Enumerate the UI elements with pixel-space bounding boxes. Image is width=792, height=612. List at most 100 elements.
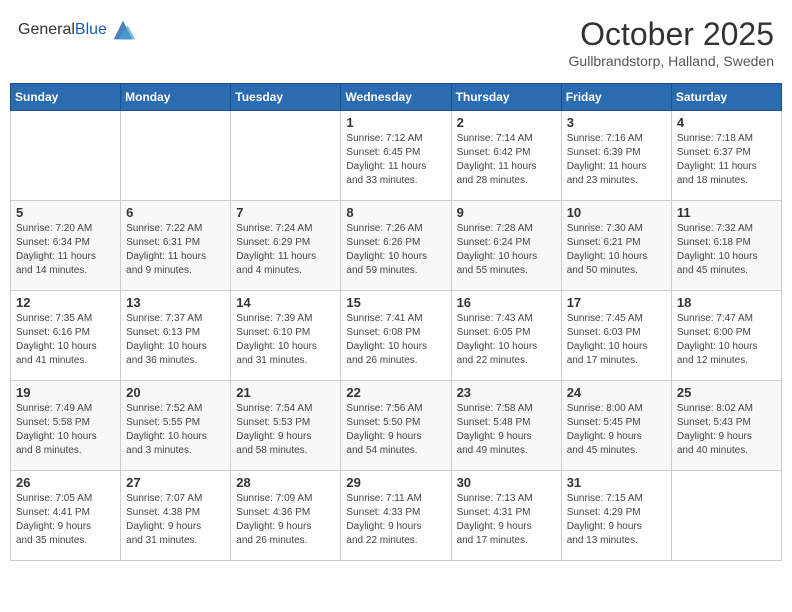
calendar-cell: 9 Sunrise: 7:28 AM Sunset: 6:24 PM Daylig… [451,201,561,291]
day-number: 11 [677,205,776,220]
calendar-cell: 21 Sunrise: 7:54 AM Sunset: 5:53 PM Dayli… [231,381,341,471]
calendar-cell: 31 Sunrise: 7:15 AM Sunset: 4:29 PM Dayli… [561,471,671,561]
calendar-cell: 19 Sunrise: 7:49 AM Sunset: 5:58 PM Dayli… [11,381,121,471]
calendar-cell: 13Sunrise: 7:37 AM Sunset: 6:13 PM Dayli… [121,291,231,381]
calendar-cell: 2 Sunrise: 7:14 AM Sunset: 6:42 PM Daylig… [451,111,561,201]
calendar-cell [671,471,781,561]
calendar-cell: 14 Sunrise: 7:39 AM Sunset: 6:10 PM Dayli… [231,291,341,381]
day-info: Sunrise: 7:16 AM Sunset: 6:39 PM Dayligh… [567,132,666,188]
calendar-day-header: Wednesday [341,84,451,111]
day-number: 31 [567,475,666,490]
calendar-cell: 11 Sunrise: 7:32 AM Sunset: 6:18 PM Dayli… [671,201,781,291]
day-number: 19 [16,385,115,400]
calendar-week-row: 12Sunrise: 7:35 AM Sunset: 6:16 PM Dayli… [11,291,782,381]
logo: GeneralBlue [18,16,137,44]
calendar-cell: 22 Sunrise: 7:56 AM Sunset: 5:50 PM Dayli… [341,381,451,471]
day-number: 22 [346,385,445,400]
day-info: Sunrise: 7:49 AM Sunset: 5:58 PM Dayligh… [16,402,115,458]
day-info: Sunrise: 7:32 AM Sunset: 6:18 PM Dayligh… [677,222,776,278]
day-number: 27 [126,475,225,490]
calendar-week-row: 1Sunrise: 7:12 AM Sunset: 6:45 PM Daylig… [11,111,782,201]
day-info: Sunrise: 7:58 AM Sunset: 5:48 PM Dayligh… [457,402,556,458]
calendar-cell: 16 Sunrise: 7:43 AM Sunset: 6:05 PM Dayli… [451,291,561,381]
day-info: Sunrise: 7:47 AM Sunset: 6:00 PM Dayligh… [677,312,776,368]
day-info: Sunrise: 7:13 AM Sunset: 4:31 PM Dayligh… [457,492,556,548]
day-info: Sunrise: 7:12 AM Sunset: 6:45 PM Dayligh… [346,132,445,188]
calendar-cell: 29Sunrise: 7:11 AM Sunset: 4:33 PM Dayli… [341,471,451,561]
calendar-cell [11,111,121,201]
day-number: 24 [567,385,666,400]
calendar-cell [231,111,341,201]
day-number: 9 [457,205,556,220]
day-number: 29 [346,475,445,490]
calendar-day-header: Thursday [451,84,561,111]
day-number: 25 [677,385,776,400]
day-number: 5 [16,205,115,220]
calendar-cell: 4 Sunrise: 7:18 AM Sunset: 6:37 PM Daylig… [671,111,781,201]
calendar-cell: 12Sunrise: 7:35 AM Sunset: 6:16 PM Dayli… [11,291,121,381]
day-info: Sunrise: 7:15 AM Sunset: 4:29 PM Dayligh… [567,492,666,548]
day-number: 8 [346,205,445,220]
day-number: 26 [16,475,115,490]
calendar-cell: 18 Sunrise: 7:47 AM Sunset: 6:00 PM Dayli… [671,291,781,381]
calendar-cell: 20 Sunrise: 7:52 AM Sunset: 5:55 PM Dayli… [121,381,231,471]
day-info: Sunrise: 8:00 AM Sunset: 5:45 PM Dayligh… [567,402,666,458]
day-number: 14 [236,295,335,310]
day-info: Sunrise: 7:39 AM Sunset: 6:10 PM Dayligh… [236,312,335,368]
calendar-week-row: 5 Sunrise: 7:20 AM Sunset: 6:34 PM Daylig… [11,201,782,291]
calendar-cell: 15 Sunrise: 7:41 AM Sunset: 6:08 PM Dayli… [341,291,451,381]
calendar-day-header: Friday [561,84,671,111]
calendar-cell: 1Sunrise: 7:12 AM Sunset: 6:45 PM Daylig… [341,111,451,201]
day-number: 18 [677,295,776,310]
day-number: 21 [236,385,335,400]
day-number: 7 [236,205,335,220]
calendar-cell: 7Sunrise: 7:24 AM Sunset: 6:29 PM Daylig… [231,201,341,291]
calendar-cell: 8 Sunrise: 7:26 AM Sunset: 6:26 PM Daylig… [341,201,451,291]
day-number: 20 [126,385,225,400]
logo-blue-text: Blue [75,21,107,38]
day-info: Sunrise: 7:20 AM Sunset: 6:34 PM Dayligh… [16,222,115,278]
day-info: Sunrise: 7:52 AM Sunset: 5:55 PM Dayligh… [126,402,225,458]
day-number: 30 [457,475,556,490]
day-info: Sunrise: 7:28 AM Sunset: 6:24 PM Dayligh… [457,222,556,278]
calendar-cell: 26 Sunrise: 7:05 AM Sunset: 4:41 PM Dayli… [11,471,121,561]
day-info: Sunrise: 7:41 AM Sunset: 6:08 PM Dayligh… [346,312,445,368]
calendar-cell: 17Sunrise: 7:45 AM Sunset: 6:03 PM Dayli… [561,291,671,381]
calendar-cell: 3 Sunrise: 7:16 AM Sunset: 6:39 PM Daylig… [561,111,671,201]
day-info: Sunrise: 7:35 AM Sunset: 6:16 PM Dayligh… [16,312,115,368]
day-info: Sunrise: 7:43 AM Sunset: 6:05 PM Dayligh… [457,312,556,368]
day-info: Sunrise: 7:37 AM Sunset: 6:13 PM Dayligh… [126,312,225,368]
calendar-week-row: 26 Sunrise: 7:05 AM Sunset: 4:41 PM Dayli… [11,471,782,561]
calendar-cell: 23 Sunrise: 7:58 AM Sunset: 5:48 PM Dayli… [451,381,561,471]
day-info: Sunrise: 7:14 AM Sunset: 6:42 PM Dayligh… [457,132,556,188]
day-info: Sunrise: 7:09 AM Sunset: 4:36 PM Dayligh… [236,492,335,548]
day-number: 2 [457,115,556,130]
day-number: 23 [457,385,556,400]
day-number: 3 [567,115,666,130]
calendar-cell: 6Sunrise: 7:22 AM Sunset: 6:31 PM Daylig… [121,201,231,291]
logo-icon [109,16,137,44]
calendar-day-header: Monday [121,84,231,111]
calendar-cell: 28 Sunrise: 7:09 AM Sunset: 4:36 PM Dayli… [231,471,341,561]
day-info: Sunrise: 7:22 AM Sunset: 6:31 PM Dayligh… [126,222,225,278]
day-number: 4 [677,115,776,130]
title-block: October 2025 Gullbrandstorp, Halland, Sw… [569,16,774,69]
calendar-cell: 24 Sunrise: 8:00 AM Sunset: 5:45 PM Dayli… [561,381,671,471]
day-info: Sunrise: 7:54 AM Sunset: 5:53 PM Dayligh… [236,402,335,458]
day-number: 16 [457,295,556,310]
calendar-cell: 10Sunrise: 7:30 AM Sunset: 6:21 PM Dayli… [561,201,671,291]
day-info: Sunrise: 7:45 AM Sunset: 6:03 PM Dayligh… [567,312,666,368]
calendar-day-header: Tuesday [231,84,341,111]
day-info: Sunrise: 7:18 AM Sunset: 6:37 PM Dayligh… [677,132,776,188]
day-info: Sunrise: 7:56 AM Sunset: 5:50 PM Dayligh… [346,402,445,458]
month-year-title: October 2025 [569,16,774,53]
day-number: 28 [236,475,335,490]
day-info: Sunrise: 7:26 AM Sunset: 6:26 PM Dayligh… [346,222,445,278]
calendar-cell: 27Sunrise: 7:07 AM Sunset: 4:38 PM Dayli… [121,471,231,561]
calendar-cell: 25 Sunrise: 8:02 AM Sunset: 5:43 PM Dayli… [671,381,781,471]
calendar-cell: 5 Sunrise: 7:20 AM Sunset: 6:34 PM Daylig… [11,201,121,291]
day-info: Sunrise: 7:05 AM Sunset: 4:41 PM Dayligh… [16,492,115,548]
day-number: 15 [346,295,445,310]
calendar-header-row: SundayMondayTuesdayWednesdayThursdayFrid… [11,84,782,111]
day-info: Sunrise: 8:02 AM Sunset: 5:43 PM Dayligh… [677,402,776,458]
